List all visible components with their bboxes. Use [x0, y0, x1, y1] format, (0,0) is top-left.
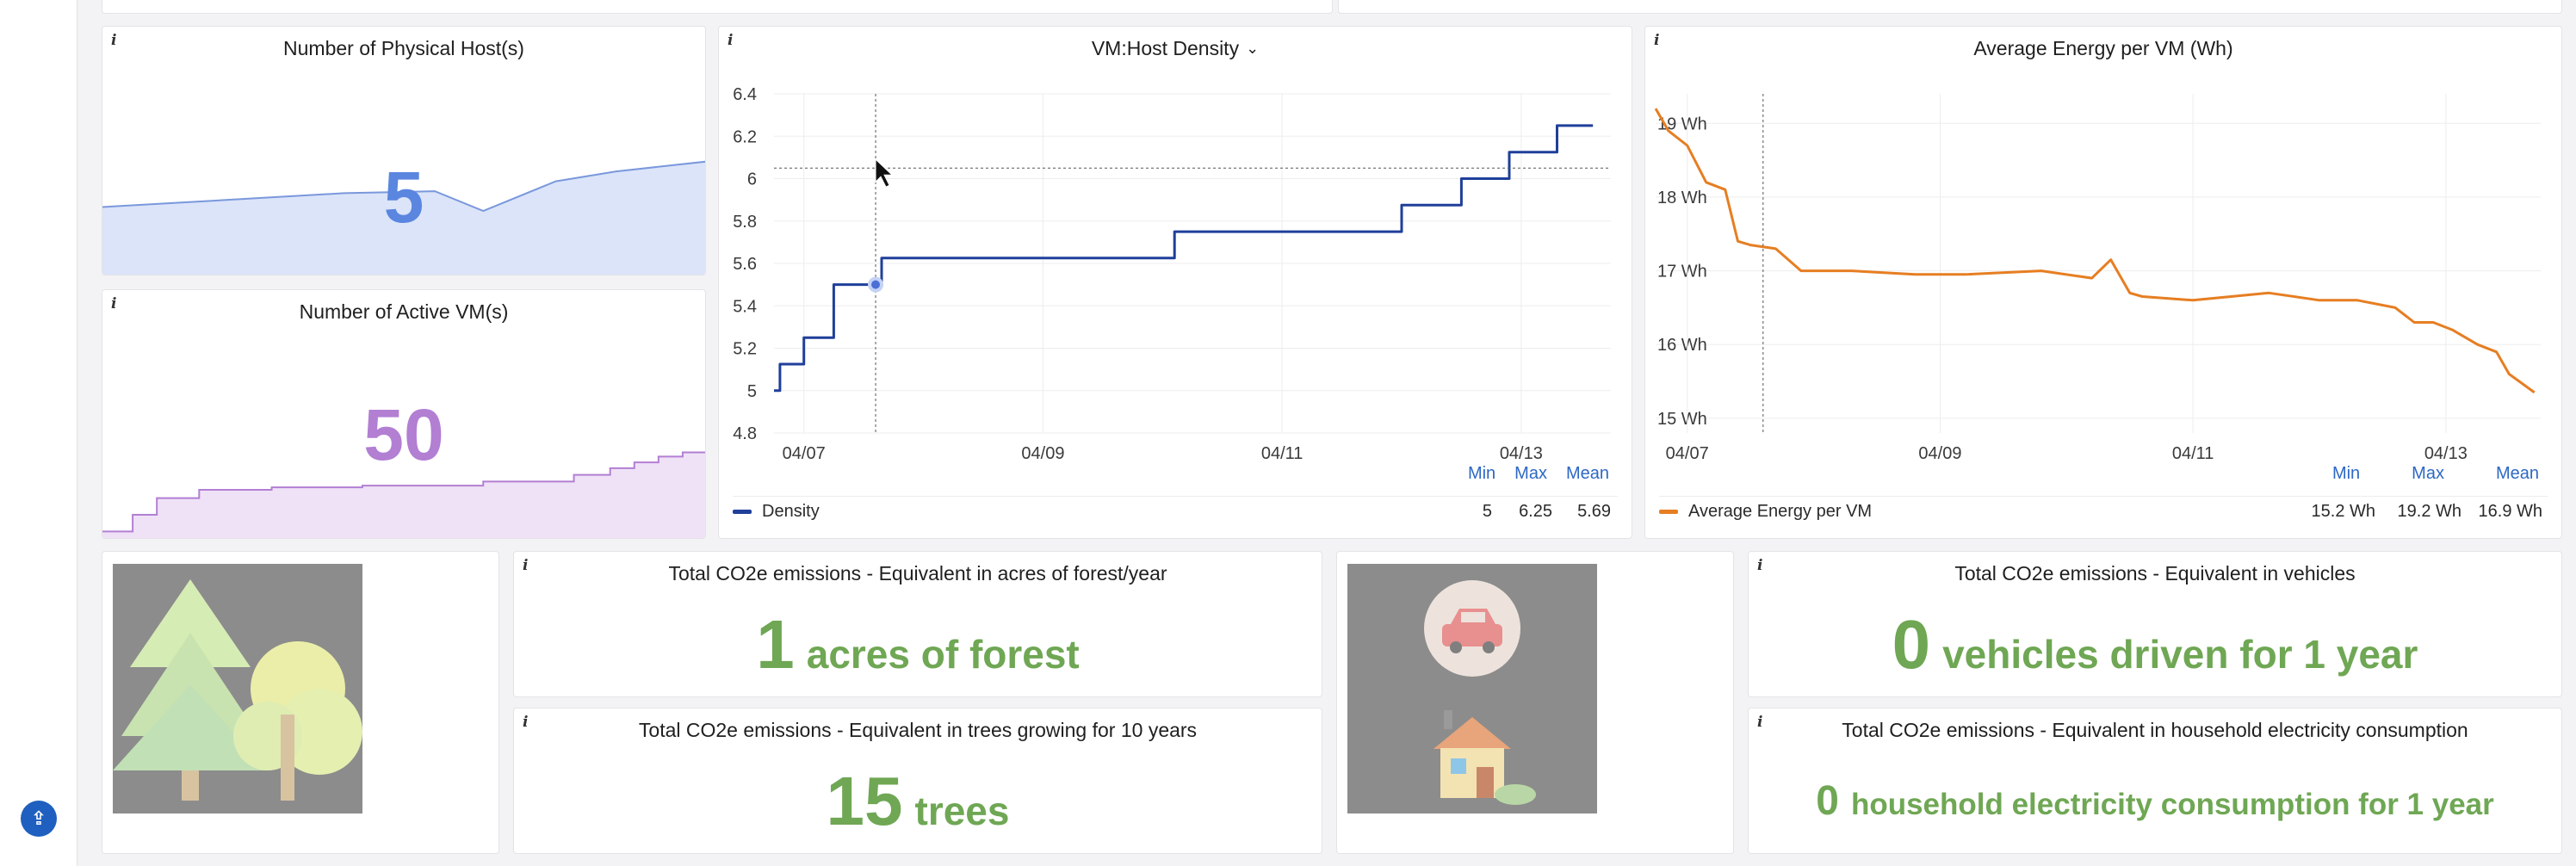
household-value: 0 — [1816, 778, 1839, 824]
density-legend: Min Max Mean Density 5 6.25 5.69 — [733, 464, 1618, 522]
energy-chart[interactable]: 19 Wh18 Wh17 Wh16 Wh15 Wh04/07 04/09 04/11… — [1645, 27, 2562, 539]
trees-stat-panel: i Total CO2e emissions - Equivalent in t… — [513, 708, 1322, 854]
vehicles-unit: vehicles driven for 1 year — [1942, 632, 2418, 677]
vehicles-stat-panel: i Total CO2e emissions - Equivalent in v… — [1748, 551, 2562, 697]
y-tick-label: 6 — [747, 170, 757, 189]
car-house-image-panel — [1336, 551, 1734, 854]
y-tick-label: 6.2 — [733, 127, 757, 146]
forest-image — [113, 564, 362, 813]
series-line — [1654, 108, 2536, 394]
y-tick-label: 5 — [747, 382, 757, 401]
y-tick-label: 18 Wh — [1657, 189, 1707, 207]
trees-stat: 15 trees — [514, 762, 1322, 841]
legend-mean-value: 5.69 — [1577, 502, 1611, 521]
car-icon — [1424, 580, 1520, 677]
car-house-image — [1347, 564, 1597, 813]
forest-stat: 1 acres of forest — [514, 605, 1322, 684]
sidebar: ⇪ — [0, 0, 77, 866]
legend-max-value: 19.2 Wh — [2397, 502, 2461, 521]
hover-point — [868, 276, 884, 293]
x-tick-label: 04/07 — [783, 444, 826, 463]
y-tick-label: 17 Wh — [1657, 263, 1707, 281]
y-tick-label: 6.4 — [733, 85, 757, 104]
vms-value: 50 — [363, 394, 444, 475]
legend-max-value: 6.25 — [1519, 502, 1552, 521]
legend-min-header[interactable]: Min — [1468, 464, 1495, 484]
forest-value: 1 — [756, 606, 795, 683]
panel-title: Total CO2e emissions - Equivalent in tre… — [638, 719, 1198, 741]
legend-min-value: 5 — [1482, 502, 1492, 521]
tree-icon — [113, 579, 362, 801]
hosts-value: 5 — [383, 157, 424, 238]
y-tick-label: 5.4 — [733, 297, 757, 316]
x-tick-label: 04/11 — [1261, 444, 1303, 463]
trees-unit: trees — [914, 789, 1010, 833]
x-tick-label: 04/13 — [1500, 444, 1543, 463]
density-panel: i VM:Host Density ⌄ 6.4 6.2 6 5.8 5.6 5.4 5.2 5… — [718, 26, 1632, 539]
legend-series-name[interactable]: Average Energy per VM — [1688, 502, 2298, 522]
vehicles-value: 0 — [1892, 606, 1931, 683]
y-tick-label: 5.8 — [733, 213, 757, 232]
panel-title: Total CO2e emissions - Equivalent in acr… — [668, 562, 1167, 585]
energy-legend: Min Max Mean Average Energy per VM 15.2 … — [1659, 464, 2548, 522]
x-tick-label: 04/09 — [1021, 444, 1064, 463]
legend-swatch — [1659, 510, 1678, 514]
household-stat-panel: i Total CO2e emissions - Equivalent in h… — [1748, 708, 2562, 854]
legend-min-value: 15.2 Wh — [2311, 502, 2375, 521]
legend-mean-header[interactable]: Mean — [2496, 464, 2539, 484]
household-stat: 0 household electricity consumption for … — [1749, 777, 2561, 825]
energy-panel: i Average Energy per VM (Wh) 19 Wh 18 Wh 1… — [1644, 26, 2562, 539]
forest-image-panel — [102, 551, 499, 854]
forest-unit: acres of forest — [806, 632, 1080, 677]
legend-mean-header[interactable]: Mean — [1566, 464, 1609, 484]
user-help-icon[interactable]: ⇪ — [21, 801, 57, 837]
active-vms-panel: i Number of Active VM(s) 50 — [102, 289, 706, 539]
house-icon — [1434, 710, 1536, 805]
forest-stat-panel: i Total CO2e emissions - Equivalent in a… — [513, 551, 1322, 697]
y-tick-label: 5.6 — [733, 255, 757, 274]
y-tick-label: 5.2 — [733, 340, 757, 359]
y-tick-label: 16 Wh — [1657, 336, 1707, 355]
mouse-cursor-icon — [875, 158, 894, 188]
vehicles-stat: 0 vehicles driven for 1 year — [1749, 605, 2561, 684]
legend-series-name[interactable]: Density — [762, 502, 1458, 522]
y-tick-label: 4.8 — [733, 424, 757, 443]
legend-mean-value: 16.9 Wh — [2478, 502, 2542, 521]
x-tick-label: 04/11 — [2172, 444, 2214, 463]
legend-max-header[interactable]: Max — [1514, 464, 1547, 484]
top-panel-left — [102, 0, 1333, 14]
top-panel-right — [1338, 0, 2562, 14]
density-chart[interactable]: 6.4 6.2 6 5.8 5.6 5.4 5.2 5 4.8 04/07 04/09 04/11 04… — [719, 27, 1632, 539]
x-tick-label: 04/13 — [2424, 444, 2468, 463]
legend-max-header[interactable]: Max — [2412, 464, 2444, 484]
x-tick-label: 04/07 — [1666, 444, 1709, 463]
legend-swatch — [733, 510, 752, 514]
panel-title: Total CO2e emissions - Equivalent in veh… — [1954, 562, 2356, 585]
y-tick-label: 15 Wh — [1657, 410, 1707, 429]
physical-hosts-panel: i Number of Physical Host(s) 5 — [102, 26, 706, 275]
trees-value: 15 — [826, 763, 903, 839]
household-unit: household electricity consumption for 1 … — [1850, 788, 2494, 821]
legend-min-header[interactable]: Min — [2332, 464, 2360, 484]
series-line — [774, 124, 1594, 393]
panel-title: Total CO2e emissions - Equivalent in hou… — [1842, 719, 2468, 741]
x-tick-label: 04/09 — [1918, 444, 1961, 463]
